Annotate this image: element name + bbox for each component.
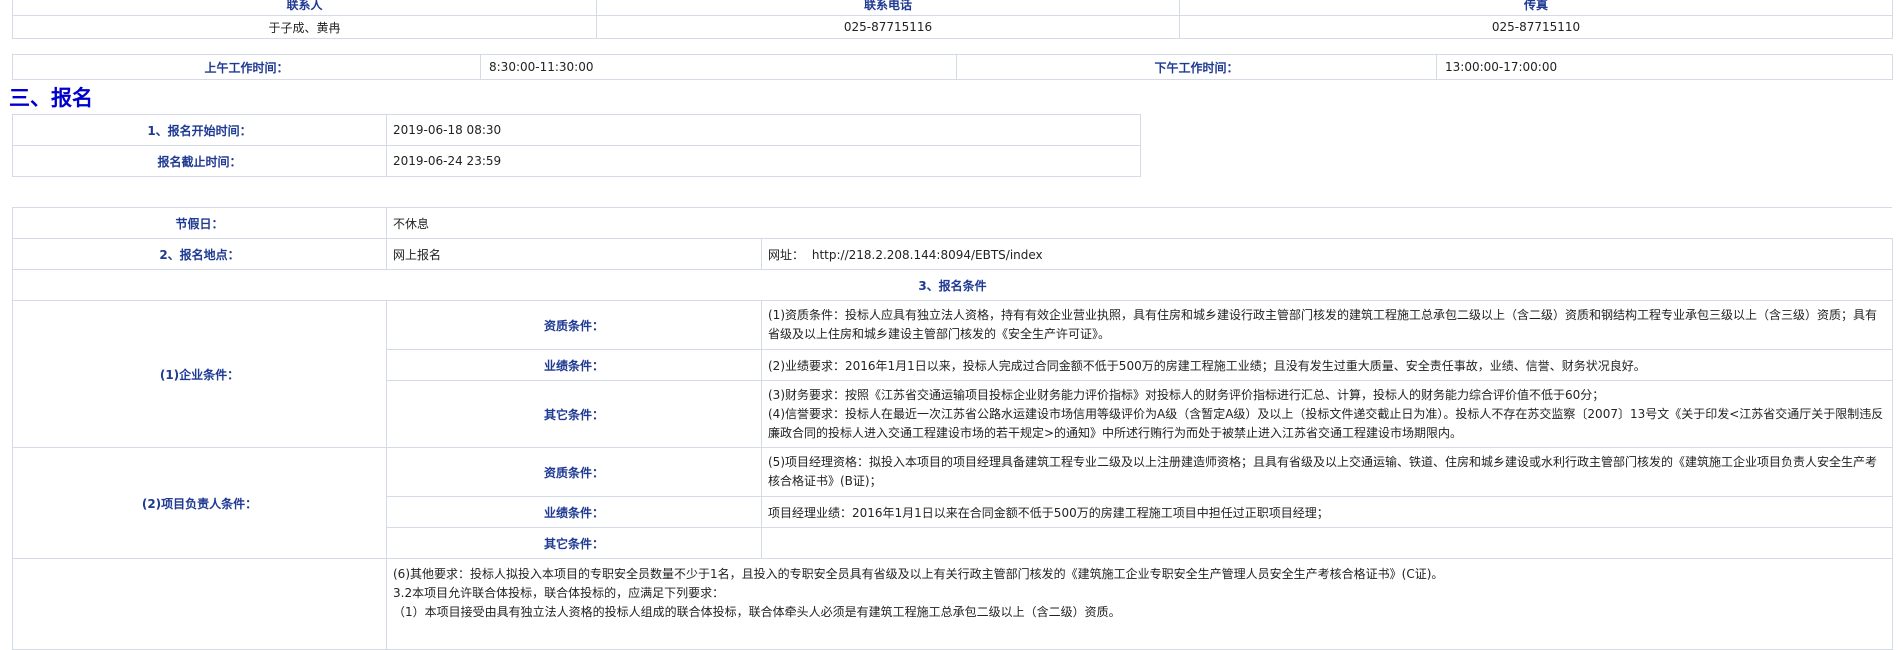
pm-hours-label: 下午工作时间：	[956, 54, 1437, 80]
registration-end-value: 2019-06-24 23:59	[386, 145, 1141, 177]
enterprise-other-label: 其它条件：	[386, 380, 762, 448]
contact-table: 联系人 联系电话 传真 于子成、黄冉 025-87715116 025-8771…	[12, 0, 1893, 39]
registration-conditions-table: 节假日： 不休息 2、报名地点： 网上报名 网址： http://218.2.2…	[11, 207, 1894, 650]
url-link[interactable]: http://218.2.208.144:8094/EBTS/index	[812, 248, 1043, 262]
registration-start-label: 1、报名开始时间：	[12, 114, 387, 146]
enterprise-other-text: (3)财务要求：按照《江苏省交通运输项目投标企业财务能力评价指标》对投标人的财务…	[760, 380, 1894, 448]
manager-other-label: 其它条件：	[386, 527, 762, 559]
other-requirements-label	[12, 558, 387, 650]
enterprise-qual-label: 资质条件：	[386, 300, 762, 350]
enterprise-conditions-label: (1)企业条件：	[12, 300, 387, 448]
enterprise-perf-text: (2)业绩要求：2016年1月1日以来，投标人完成过合同金额不低于500万的房建…	[760, 349, 1894, 381]
manager-perf-text: 项目经理业绩：2016年1月1日以来在合同金额不低于500万的房建工程施工项目中…	[760, 496, 1894, 528]
place-value: 网上报名	[386, 238, 762, 270]
place-row: 2、报名地点： 网上报名 网址： http://218.2.208.144:80…	[12, 238, 1894, 270]
pm-hours-value: 13:00:00-17:00:00	[1436, 54, 1893, 80]
conditions-title: 3、报名条件	[11, 269, 1894, 301]
consortium-requirement-item-1: （1）本项目接受由具有独立法人资格的投标人组成的联合体投标，联合体牵头人必须是有…	[393, 605, 1121, 619]
conditions-title-row: 3、报名条件	[11, 269, 1894, 301]
enterprise-qual-row: (1)企业条件： 资质条件： (1)资质条件：投标人应具有独立法人资格，持有有效…	[12, 300, 1894, 448]
registration-end-row: 报名截止时间： 2019-06-24 23:59	[12, 145, 1141, 177]
other-requirements-row: (6)其他要求：投标人拟投入本项目的专职安全员数量不少于1名，且投入的专职安全员…	[12, 558, 1894, 650]
manager-qual-text: (5)项目经理资格：拟投入本项目的项目经理具备建筑工程专业二级及以上注册建造师资…	[760, 447, 1894, 497]
place-label: 2、报名地点：	[12, 238, 387, 270]
manager-perf-label: 业绩条件：	[386, 496, 762, 528]
manager-conditions-label: (2)项目负责人条件：	[12, 447, 387, 559]
safety-officer-requirement: (6)其他要求：投标人拟投入本项目的专职安全员数量不少于1名，且投入的专职安全员…	[393, 567, 1444, 581]
contact-header-fax: 传真	[1179, 0, 1893, 16]
consortium-requirement: 3.2本项目允许联合体投标，联合体投标的，应满足下列要求：	[393, 586, 725, 600]
other-requirements-text: (6)其他要求：投标人拟投入本项目的专职安全员数量不少于1名，且投入的专职安全员…	[385, 558, 1894, 650]
enterprise-financial-text: (3)财务要求：按照《江苏省交通运输项目投标企业财务能力评价指标》对投标人的财务…	[768, 387, 1605, 402]
manager-qual-label: 资质条件：	[386, 447, 762, 497]
holiday-value: 不休息	[385, 207, 1894, 239]
url-label: 网址：	[768, 247, 805, 262]
holiday-label: 节假日：	[12, 207, 387, 239]
manager-qual-row: (2)项目负责人条件： 资质条件： (5)项目经理资格：拟投入本项目的项目经理具…	[12, 447, 1894, 559]
enterprise-qual-text: (1)资质条件：投标人应具有独立法人资格，持有有效企业营业执照，具有住房和城乡建…	[760, 300, 1894, 350]
am-hours-label: 上午工作时间：	[12, 54, 481, 80]
contact-header-phone: 联系电话	[596, 0, 1180, 16]
working-hours-row: 上午工作时间： 8:30:00-11:30:00 下午工作时间： 13:00:0…	[12, 54, 1893, 80]
registration-start-row: 1、报名开始时间： 2019-06-18 08:30	[12, 114, 1141, 146]
registration-time-table: 1、报名开始时间： 2019-06-18 08:30 报名截止时间： 2019-…	[12, 114, 1141, 177]
manager-other-text	[760, 527, 1894, 559]
contact-phone-value: 025-87715116	[596, 15, 1180, 39]
place-url: 网址： http://218.2.208.144:8094/EBTS/index	[760, 238, 1894, 270]
contact-value-row: 于子成、黄冉 025-87715116 025-87715110	[12, 15, 1893, 39]
enterprise-credit-text: (4)信誉要求：投标人在最近一次江苏省公路水运建设市场信用等级评价为A级（含暂定…	[768, 406, 1884, 440]
contact-fax-value: 025-87715110	[1179, 15, 1893, 39]
registration-start-value: 2019-06-18 08:30	[386, 114, 1141, 146]
section-title: 三、报名	[9, 86, 93, 110]
am-hours-value: 8:30:00-11:30:00	[480, 54, 957, 80]
contact-name-value: 于子成、黄冉	[12, 15, 597, 39]
registration-end-label: 报名截止时间：	[12, 145, 387, 177]
holiday-row: 节假日： 不休息	[12, 207, 1894, 239]
contact-header-row: 联系人 联系电话 传真	[12, 0, 1893, 16]
enterprise-perf-label: 业绩条件：	[386, 349, 762, 381]
contact-header-name: 联系人	[12, 0, 597, 16]
working-hours-table: 上午工作时间： 8:30:00-11:30:00 下午工作时间： 13:00:0…	[12, 54, 1893, 80]
